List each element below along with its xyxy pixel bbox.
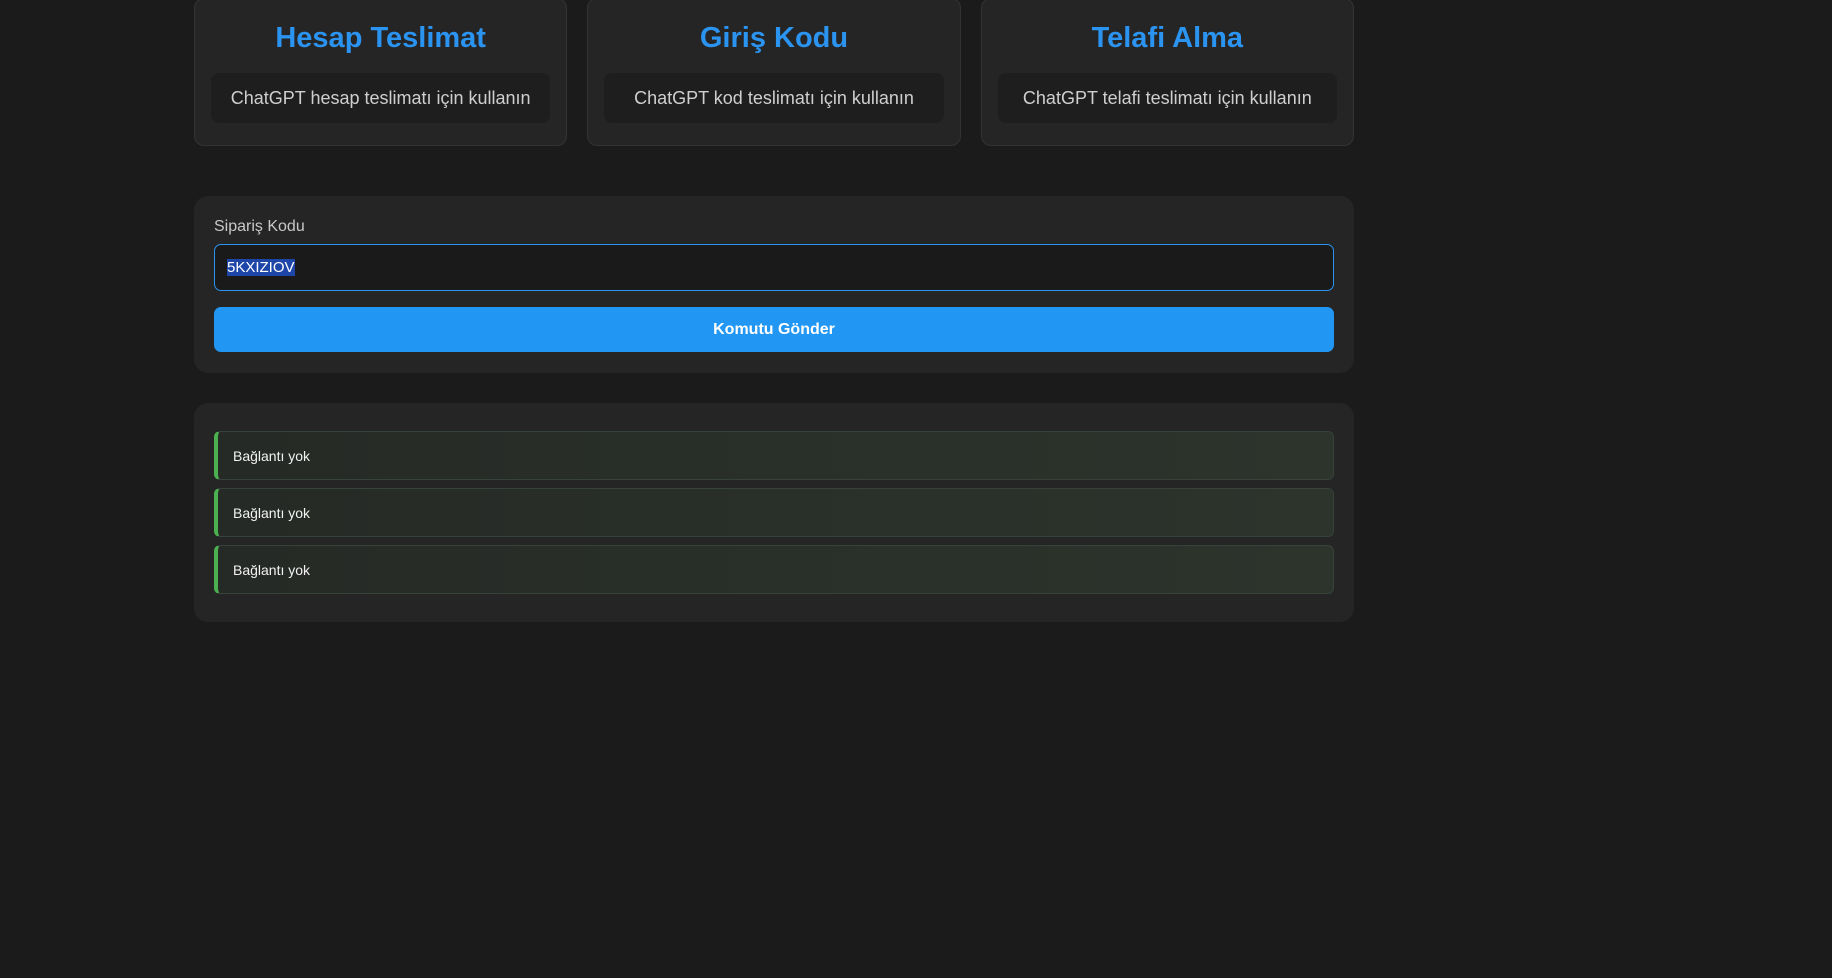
card-account-delivery[interactable]: Hesap Teslimat ChatGPT hesap teslimatı i… [194,0,568,146]
card-description: ChatGPT kod teslimatı için kullanın [604,73,944,123]
card-title: Giriş Kodu [699,22,849,54]
card-title: Hesap Teslimat [275,22,486,54]
mode-cards: Hesap Teslimat ChatGPT hesap teslimatı i… [194,0,1354,146]
card-compensation[interactable]: Telafi Alma ChatGPT telafi teslimatı içi… [980,0,1354,146]
status-item: Bağlantı yok [214,545,1334,594]
send-command-button[interactable]: Komutu Gönder [214,307,1334,352]
order-code-input[interactable] [214,244,1334,291]
status-item: Bağlantı yok [214,431,1334,480]
card-title: Telafi Alma [1091,22,1244,54]
order-code-label: Sipariş Kodu [214,218,305,235]
status-panel: Bağlantı yok Bağlantı yok Bağlantı yok [194,403,1354,622]
page: Hesap Teslimat ChatGPT hesap teslimatı i… [0,0,1832,978]
card-description: ChatGPT telafi teslimatı için kullanın [997,73,1337,123]
status-item: Bağlantı yok [214,488,1334,537]
order-form-panel: Sipariş Kodu Komutu Gönder [194,196,1354,373]
card-description: ChatGPT hesap teslimatı için kullanın [211,73,551,123]
card-login-code[interactable]: Giriş Kodu ChatGPT kod teslimatı için ku… [587,0,961,146]
